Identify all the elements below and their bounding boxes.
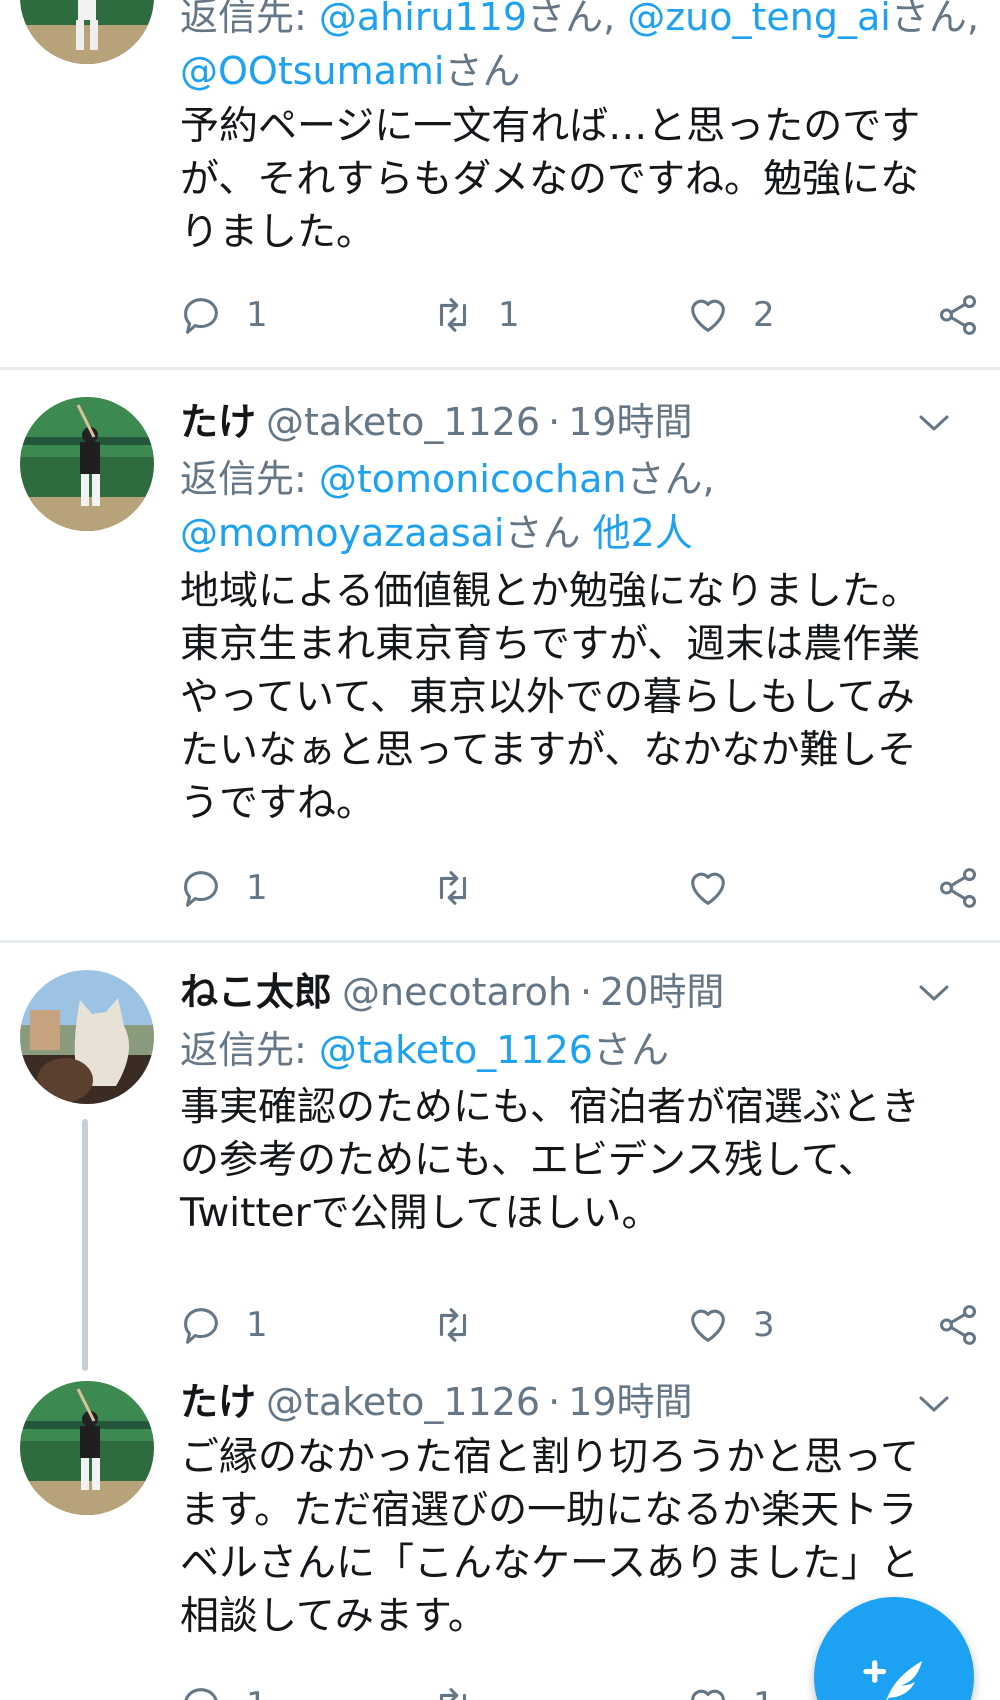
reply-to: 返信先: @ahiru119さん, @zuo_teng_aiさん, @OOtsu… bbox=[180, 0, 980, 98]
user-handle[interactable]: @taketo_1126 bbox=[266, 1380, 540, 1424]
chevron-down-icon bbox=[919, 985, 949, 1001]
like-button[interactable] bbox=[685, 863, 773, 913]
user-handle[interactable]: @necotaroh bbox=[342, 970, 572, 1014]
mention-suffix: さん, bbox=[626, 457, 715, 501]
compose-feather-icon bbox=[863, 1660, 922, 1700]
retweet-button[interactable] bbox=[430, 863, 518, 913]
like-count: 1 bbox=[753, 1685, 775, 1700]
reply-count: 1 bbox=[246, 1685, 268, 1700]
reply-button[interactable]: 1 bbox=[178, 1300, 268, 1350]
avatar[interactable] bbox=[20, 0, 154, 64]
timestamp[interactable]: 19時間 bbox=[568, 400, 692, 444]
avatar[interactable] bbox=[20, 1381, 154, 1515]
tweet-header: たけ @taketo_1126 · 19時間 bbox=[180, 1376, 693, 1428]
tweet-actions: 1 bbox=[180, 863, 1000, 913]
tweet-header: ねこ太郎 @necotaroh · 20時間 bbox=[180, 966, 724, 1018]
others-link[interactable]: 他2人 bbox=[593, 511, 693, 555]
like-count: 3 bbox=[753, 1305, 775, 1345]
retweet-icon bbox=[439, 871, 467, 905]
reply-to: 返信先: @taketo_1126さん bbox=[180, 1023, 980, 1077]
mention-suffix: さん, bbox=[890, 0, 979, 39]
reply-to-prefix: 返信先: bbox=[180, 0, 319, 39]
timeline: 返信先: @ahiru119さん, @zuo_teng_aiさん, @OOtsu… bbox=[0, 0, 1000, 1700]
mention-suffix: さん bbox=[592, 1028, 669, 1072]
retweet-button[interactable] bbox=[430, 1300, 518, 1350]
reply-button[interactable]: 1 bbox=[178, 1680, 268, 1700]
avatar[interactable] bbox=[20, 397, 154, 531]
header-separator: · bbox=[548, 1380, 561, 1424]
tweet-menu-button[interactable] bbox=[918, 982, 950, 1004]
like-button[interactable]: 2 bbox=[685, 290, 775, 340]
retweet-count: 1 bbox=[498, 295, 520, 335]
reply-icon bbox=[184, 1688, 218, 1700]
reply-count: 1 bbox=[246, 868, 268, 908]
like-button[interactable]: 1 bbox=[685, 1680, 775, 1700]
tweet[interactable]: 返信先: @ahiru119さん, @zuo_teng_aiさん, @OOtsu… bbox=[0, 0, 1000, 370]
chevron-down-icon bbox=[919, 1396, 949, 1412]
mention-suffix: さん, bbox=[527, 0, 628, 39]
tweet-text: 予約ページに一文有れば…と思ったのです が、それすらもダメなのですね。勉強にな … bbox=[180, 104, 921, 255]
mention-link[interactable]: @tomonicochan bbox=[319, 457, 627, 501]
share-button[interactable] bbox=[935, 290, 981, 340]
reply-to: 返信先: @tomonicochanさん, @momoyazaasaiさん 他2… bbox=[180, 452, 980, 560]
reply-icon bbox=[184, 871, 218, 907]
display-name[interactable]: たけ bbox=[180, 400, 256, 444]
display-name[interactable]: たけ bbox=[180, 1380, 256, 1424]
share-icon bbox=[939, 295, 977, 335]
retweet-button[interactable] bbox=[430, 1680, 518, 1700]
mention-suffix: さん bbox=[504, 511, 593, 555]
mention-link[interactable]: @taketo_1126 bbox=[319, 1028, 593, 1072]
avatar[interactable] bbox=[20, 970, 154, 1104]
mention-suffix: さん bbox=[444, 49, 521, 93]
avatar-image-batter bbox=[20, 397, 154, 531]
reply-button[interactable]: 1 bbox=[178, 863, 268, 913]
retweet-icon bbox=[439, 1688, 467, 1700]
tweet[interactable]: たけ @taketo_1126 · 19時間 返信先: @tomonicochanさん… bbox=[0, 370, 1000, 943]
tweet-text: 地域による価値観とか勉強になりました。 東京生まれ東京育ちですが、週末は農作業 … bbox=[180, 569, 921, 826]
avatar-image-batter bbox=[20, 0, 154, 64]
tweet-text: ご縁のなかった宿と割り切ろうかと思って ます。ただ宿選びの一助になるか楽天トラ … bbox=[180, 1435, 920, 1639]
timestamp[interactable]: 20時間 bbox=[600, 970, 724, 1014]
heart-icon bbox=[691, 872, 725, 905]
heart-icon bbox=[691, 299, 725, 332]
mention-link[interactable]: @OOtsumami bbox=[180, 49, 444, 93]
reply-icon bbox=[184, 1308, 218, 1344]
tweet[interactable]: ねこ太郎 @necotaroh · 20時間 返信先: @taketo_1126さん … bbox=[0, 943, 1000, 1373]
heart-icon bbox=[691, 1309, 725, 1342]
mention-link[interactable]: @momoyazaasai bbox=[180, 511, 504, 555]
reply-count: 1 bbox=[246, 1305, 268, 1345]
user-handle[interactable]: @taketo_1126 bbox=[266, 400, 540, 444]
reply-button[interactable]: 1 bbox=[178, 290, 268, 340]
avatar-image-batter bbox=[20, 1381, 154, 1515]
share-icon bbox=[939, 1305, 977, 1345]
timestamp[interactable]: 19時間 bbox=[568, 1380, 692, 1424]
tweet-menu-button[interactable] bbox=[918, 1393, 950, 1415]
retweet-icon bbox=[439, 1308, 467, 1342]
display-name[interactable]: ねこ太郎 bbox=[180, 970, 332, 1014]
chevron-down-icon bbox=[919, 415, 949, 431]
tweet-actions: 1 3 bbox=[180, 1300, 1000, 1350]
share-button[interactable] bbox=[935, 1300, 981, 1350]
thread-connector-line bbox=[82, 1119, 88, 1371]
tweet-actions: 1 1 2 bbox=[180, 290, 1000, 340]
tweet-menu-button[interactable] bbox=[918, 412, 950, 434]
mention-link[interactable]: @zuo_teng_ai bbox=[627, 0, 891, 39]
tweet-header: たけ @taketo_1126 · 19時間 bbox=[180, 396, 693, 448]
tweet-text: 事実確認のためにも、宿泊者が宿選ぶとき の参考のためにも、エビデンス残して、 T… bbox=[180, 1085, 920, 1236]
heart-icon bbox=[691, 1689, 725, 1700]
retweet-button[interactable]: 1 bbox=[430, 290, 520, 340]
like-count: 2 bbox=[753, 295, 775, 335]
header-separator: · bbox=[579, 970, 593, 1014]
reply-to-prefix: 返信先: bbox=[180, 1028, 319, 1072]
retweet-icon bbox=[439, 298, 467, 332]
reply-icon bbox=[184, 298, 218, 334]
like-button[interactable]: 3 bbox=[685, 1300, 775, 1350]
reply-to-prefix: 返信先: bbox=[180, 457, 319, 501]
share-icon bbox=[939, 868, 977, 908]
mention-link[interactable]: @ahiru119 bbox=[319, 0, 527, 39]
reply-count: 1 bbox=[246, 295, 268, 335]
header-separator: · bbox=[548, 400, 561, 444]
avatar-image-cat bbox=[20, 970, 154, 1104]
share-button[interactable] bbox=[935, 863, 981, 913]
